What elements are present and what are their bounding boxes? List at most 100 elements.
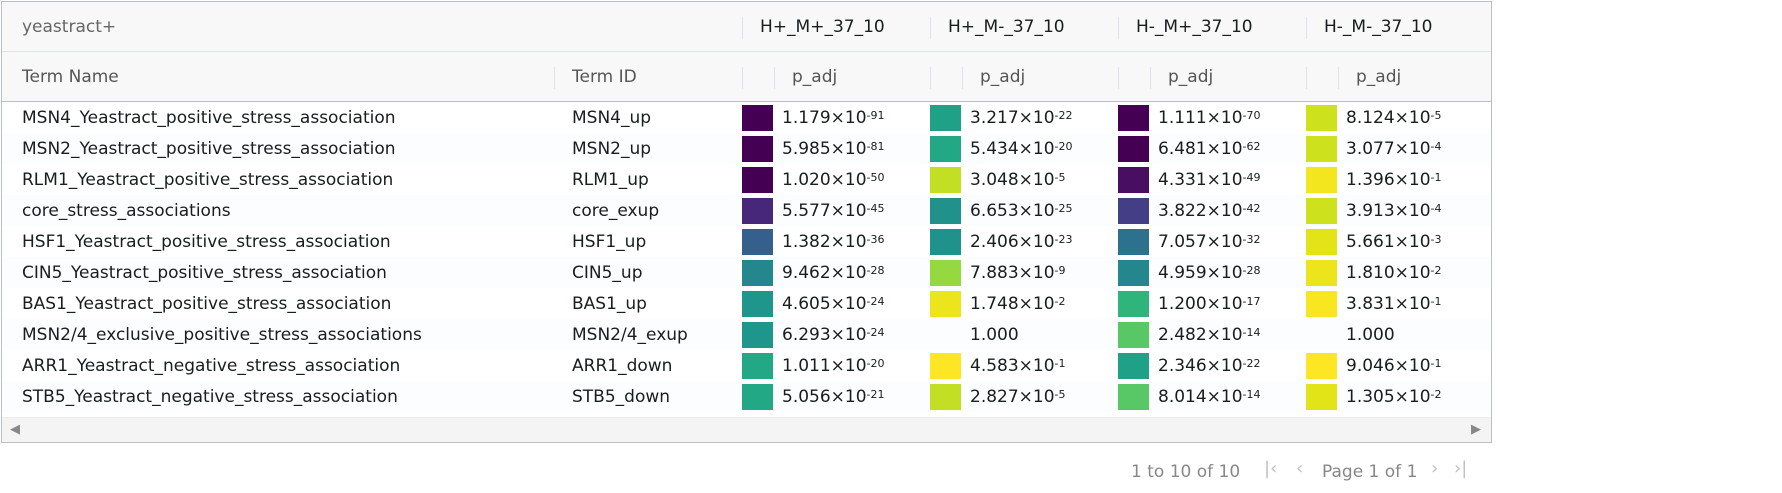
p-adj-mantissa: 1.200×10 bbox=[1158, 293, 1243, 314]
p-adj-mantissa: 3.913×10 bbox=[1346, 200, 1431, 221]
next-page-icon[interactable]: › bbox=[1431, 458, 1438, 479]
column-separator[interactable] bbox=[1306, 17, 1307, 39]
p-adj-mantissa: 1.111×10 bbox=[1158, 107, 1243, 128]
p-adj-value-cell: 1.000 bbox=[1346, 319, 1395, 350]
p-adj-exponent: -1 bbox=[1054, 357, 1066, 370]
group-header-col-2[interactable]: H-_M+_37_10 bbox=[1136, 2, 1253, 52]
heatmap-swatch bbox=[1306, 260, 1337, 286]
heatmap-swatch bbox=[1118, 384, 1149, 410]
column-header-p-adj-2[interactable]: p_adj bbox=[1168, 52, 1213, 102]
p-adj-exponent: -22 bbox=[1242, 357, 1261, 370]
horizontal-scrollbar[interactable]: ◀ ▶ bbox=[2, 417, 1491, 442]
p-adj-mantissa: 2.406×10 bbox=[970, 231, 1055, 252]
table-row[interactable]: BAS1_Yeastract_positive_stress_associati… bbox=[2, 288, 1491, 319]
column-separator[interactable] bbox=[962, 67, 963, 89]
p-adj-value-cell: 1.179×10 -91 bbox=[782, 102, 885, 133]
first-page-icon[interactable]: |‹ bbox=[1264, 458, 1277, 479]
term-name-cell: ARR1_Yeastract_negative_stress_associati… bbox=[22, 355, 401, 376]
p-adj-exponent: -24 bbox=[866, 326, 885, 339]
results-grid: yeastract+ H+_M+_37_10 H+_M-_37_10 H-_M+… bbox=[1, 1, 1492, 443]
p-adj-mantissa: 3.077×10 bbox=[1346, 138, 1431, 159]
heatmap-swatch bbox=[1118, 136, 1149, 162]
column-separator[interactable] bbox=[774, 67, 775, 89]
column-header-term-id[interactable]: Term ID bbox=[572, 52, 637, 102]
scroll-left-icon[interactable]: ◀ bbox=[10, 422, 20, 437]
table-row[interactable]: HSF1_Yeastract_positive_stress_associati… bbox=[2, 226, 1491, 257]
p-adj-value-cell: 9.462×10 -28 bbox=[782, 257, 885, 288]
table-row[interactable]: STB5_Yeastract_negative_stress_associati… bbox=[2, 381, 1491, 412]
previous-page-icon[interactable]: ‹ bbox=[1296, 458, 1303, 479]
heatmap-swatch bbox=[1118, 167, 1149, 193]
p-adj-value-cell: 5.985×10 -81 bbox=[782, 133, 885, 164]
p-adj-mantissa: 1.179×10 bbox=[782, 107, 867, 128]
heatmap-swatch bbox=[742, 229, 773, 255]
term-name-cell: HSF1_Yeastract_positive_stress_associati… bbox=[22, 231, 391, 252]
column-separator[interactable] bbox=[1118, 17, 1119, 39]
table-row[interactable]: MSN4_Yeastract_positive_stress_associati… bbox=[2, 102, 1491, 133]
group-header-col-1[interactable]: H+_M-_37_10 bbox=[948, 2, 1065, 52]
p-adj-value-cell: 4.605×10 -24 bbox=[782, 288, 885, 319]
heatmap-swatch bbox=[1306, 198, 1337, 224]
heatmap-swatch bbox=[1306, 167, 1337, 193]
column-separator[interactable] bbox=[1118, 67, 1119, 89]
table-row[interactable]: MSN2/4_exclusive_positive_stress_associa… bbox=[2, 319, 1491, 350]
group-header-col-0[interactable]: H+_M+_37_10 bbox=[760, 2, 885, 52]
group-header-col-3[interactable]: H-_M-_37_10 bbox=[1324, 2, 1432, 52]
column-separator[interactable] bbox=[1306, 67, 1307, 89]
p-adj-value-cell: 5.661×10 -3 bbox=[1346, 226, 1442, 257]
page-label: Page 1 of 1 bbox=[1322, 462, 1418, 482]
p-adj-value-cell: 6.653×10 -25 bbox=[970, 195, 1073, 226]
column-header-p-adj-1[interactable]: p_adj bbox=[980, 52, 1025, 102]
term-name-cell: RLM1_Yeastract_positive_stress_associati… bbox=[22, 169, 394, 190]
p-adj-exponent: -50 bbox=[866, 171, 885, 184]
scroll-right-icon[interactable]: ▶ bbox=[1471, 422, 1481, 437]
p-adj-exponent: -24 bbox=[866, 295, 885, 308]
p-adj-mantissa: 1.382×10 bbox=[782, 231, 867, 252]
last-page-icon[interactable]: ›| bbox=[1454, 458, 1467, 479]
table-row[interactable]: MSN2_Yeastract_positive_stress_associati… bbox=[2, 133, 1491, 164]
column-separator[interactable] bbox=[742, 17, 743, 39]
heatmap-swatch bbox=[742, 291, 773, 317]
heatmap-swatch bbox=[1118, 353, 1149, 379]
column-header-p-adj-0[interactable]: p_adj bbox=[792, 52, 837, 102]
column-separator[interactable] bbox=[742, 67, 743, 89]
p-adj-mantissa: 5.056×10 bbox=[782, 386, 867, 407]
heatmap-swatch bbox=[930, 136, 961, 162]
p-adj-mantissa: 2.482×10 bbox=[1158, 324, 1243, 345]
p-adj-value-cell: 1.396×10 -1 bbox=[1346, 164, 1442, 195]
p-adj-exponent: -4 bbox=[1430, 202, 1442, 215]
table-row[interactable]: CIN5_Yeastract_positive_stress_associati… bbox=[2, 257, 1491, 288]
term-id-cell: STB5_down bbox=[572, 386, 671, 407]
p-adj-value-cell: 7.057×10 -32 bbox=[1158, 226, 1261, 257]
column-separator[interactable] bbox=[554, 67, 555, 89]
column-header-term-name[interactable]: Term Name bbox=[22, 52, 119, 102]
p-adj-exponent: -2 bbox=[1430, 388, 1442, 401]
heatmap-swatch bbox=[930, 167, 961, 193]
term-name-cell: BAS1_Yeastract_positive_stress_associati… bbox=[22, 293, 392, 314]
p-adj-value-cell: 1.000 bbox=[970, 319, 1019, 350]
p-adj-mantissa: 3.822×10 bbox=[1158, 200, 1243, 221]
heatmap-swatch bbox=[1306, 229, 1337, 255]
p-adj-value-cell: 3.077×10 -4 bbox=[1346, 133, 1442, 164]
p-adj-value-cell: 2.346×10 -22 bbox=[1158, 350, 1261, 381]
table-row[interactable]: ARR1_Yeastract_negative_stress_associati… bbox=[2, 350, 1491, 381]
table-row[interactable]: core_stress_associations core_exup 5.577×1… bbox=[2, 195, 1491, 226]
column-header-p-adj-3[interactable]: p_adj bbox=[1356, 52, 1401, 102]
heatmap-swatch bbox=[742, 384, 773, 410]
p-adj-value-cell: 3.217×10 -22 bbox=[970, 102, 1073, 133]
p-adj-value-cell: 3.048×10 -5 bbox=[970, 164, 1066, 195]
p-adj-value-cell: 1.305×10 -2 bbox=[1346, 381, 1442, 412]
p-adj-exponent: -91 bbox=[866, 109, 885, 122]
column-separator[interactable] bbox=[930, 17, 931, 39]
column-separator[interactable] bbox=[1150, 67, 1151, 89]
column-separator[interactable] bbox=[1338, 67, 1339, 89]
column-separator[interactable] bbox=[930, 67, 931, 89]
heatmap-swatch bbox=[742, 260, 773, 286]
p-adj-mantissa: 4.331×10 bbox=[1158, 169, 1243, 190]
term-id-cell: MSN2/4_exup bbox=[572, 324, 688, 345]
table-row[interactable]: RLM1_Yeastract_positive_stress_associati… bbox=[2, 164, 1491, 195]
p-adj-mantissa: 4.605×10 bbox=[782, 293, 867, 314]
p-adj-value-cell: 1.200×10 -17 bbox=[1158, 288, 1261, 319]
p-adj-mantissa: 6.653×10 bbox=[970, 200, 1055, 221]
p-adj-mantissa: 8.124×10 bbox=[1346, 107, 1431, 128]
